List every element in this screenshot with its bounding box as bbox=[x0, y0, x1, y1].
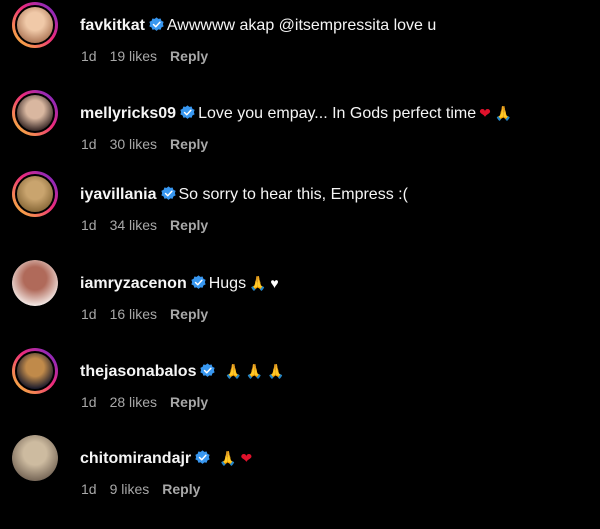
comment-text: Love you empay... In Gods perfect time bbox=[198, 105, 477, 122]
username-link[interactable]: iyavillania bbox=[80, 186, 157, 203]
username-link[interactable]: mellyricks09 bbox=[80, 105, 176, 122]
avatar-image bbox=[12, 260, 58, 306]
avatar-image bbox=[15, 93, 55, 133]
username-link[interactable]: chitomirandajr bbox=[80, 450, 191, 467]
likes-count[interactable]: 34 likes bbox=[110, 217, 157, 233]
comment-time: 1d bbox=[81, 306, 97, 322]
comment-text: Awwwww akap @itsempressita love u bbox=[166, 17, 437, 34]
likes-count[interactable]: 16 likes bbox=[110, 306, 157, 322]
comment-item: chitomirandajr 🙏 ❤ 1d 9 likes Reply bbox=[0, 435, 600, 515]
comment-time: 1d bbox=[81, 217, 97, 233]
verified-badge-icon bbox=[191, 275, 206, 289]
comment-item: thejasonabalos 🙏 🙏 🙏 1d 28 likes Reply bbox=[0, 348, 600, 428]
comment-time: 1d bbox=[81, 394, 97, 410]
comment-time: 1d bbox=[81, 481, 97, 497]
likes-count[interactable]: 19 likes bbox=[110, 48, 157, 64]
comment-item: iamryzacenon Hugs🙏 ♥ 1d 16 likes Reply bbox=[0, 260, 600, 340]
avatar-image bbox=[15, 5, 55, 45]
comment-text: Hugs bbox=[208, 275, 247, 292]
emoji: 🙏 ❤ bbox=[219, 450, 253, 466]
avatar[interactable] bbox=[12, 171, 58, 217]
reply-button[interactable]: Reply bbox=[170, 306, 208, 322]
comment-item: iyavillania So sorry to hear this, Empres… bbox=[0, 171, 600, 251]
reply-button[interactable]: Reply bbox=[170, 48, 208, 64]
avatar[interactable] bbox=[12, 348, 58, 394]
avatar[interactable] bbox=[12, 260, 58, 306]
comment-item: favkitkat Awwwww akap @itsempressita love… bbox=[0, 2, 600, 82]
avatar[interactable] bbox=[12, 2, 58, 48]
username-link[interactable]: thejasonabalos bbox=[80, 363, 196, 380]
avatar-image bbox=[12, 435, 58, 481]
avatar[interactable] bbox=[12, 435, 58, 481]
emoji: 🙏 🙏 🙏 bbox=[224, 363, 285, 379]
emoji: ❤ 🙏 bbox=[479, 105, 513, 121]
likes-count[interactable]: 30 likes bbox=[110, 136, 157, 152]
emoji: 🙏 ♥ bbox=[249, 275, 279, 291]
comment-time: 1d bbox=[81, 136, 97, 152]
comment-text: So sorry to hear this, Empress :( bbox=[178, 186, 408, 203]
verified-badge-icon bbox=[200, 363, 216, 377]
avatar-image bbox=[15, 351, 55, 391]
likes-count[interactable]: 9 likes bbox=[110, 481, 150, 497]
comment-item: mellyricks09 Love you empay... In Gods pe… bbox=[0, 90, 600, 170]
reply-button[interactable]: Reply bbox=[170, 394, 208, 410]
username-link[interactable]: favkitkat bbox=[80, 17, 145, 34]
verified-badge-icon bbox=[149, 17, 164, 31]
comment-time: 1d bbox=[81, 48, 97, 64]
verified-badge-icon bbox=[195, 450, 210, 464]
verified-badge-icon bbox=[180, 105, 195, 119]
likes-count[interactable]: 28 likes bbox=[110, 394, 157, 410]
username-link[interactable]: iamryzacenon bbox=[80, 275, 187, 292]
reply-button[interactable]: Reply bbox=[162, 481, 200, 497]
reply-button[interactable]: Reply bbox=[170, 136, 208, 152]
avatar-image bbox=[15, 174, 55, 214]
avatar[interactable] bbox=[12, 90, 58, 136]
reply-button[interactable]: Reply bbox=[170, 217, 208, 233]
verified-badge-icon bbox=[160, 186, 176, 200]
